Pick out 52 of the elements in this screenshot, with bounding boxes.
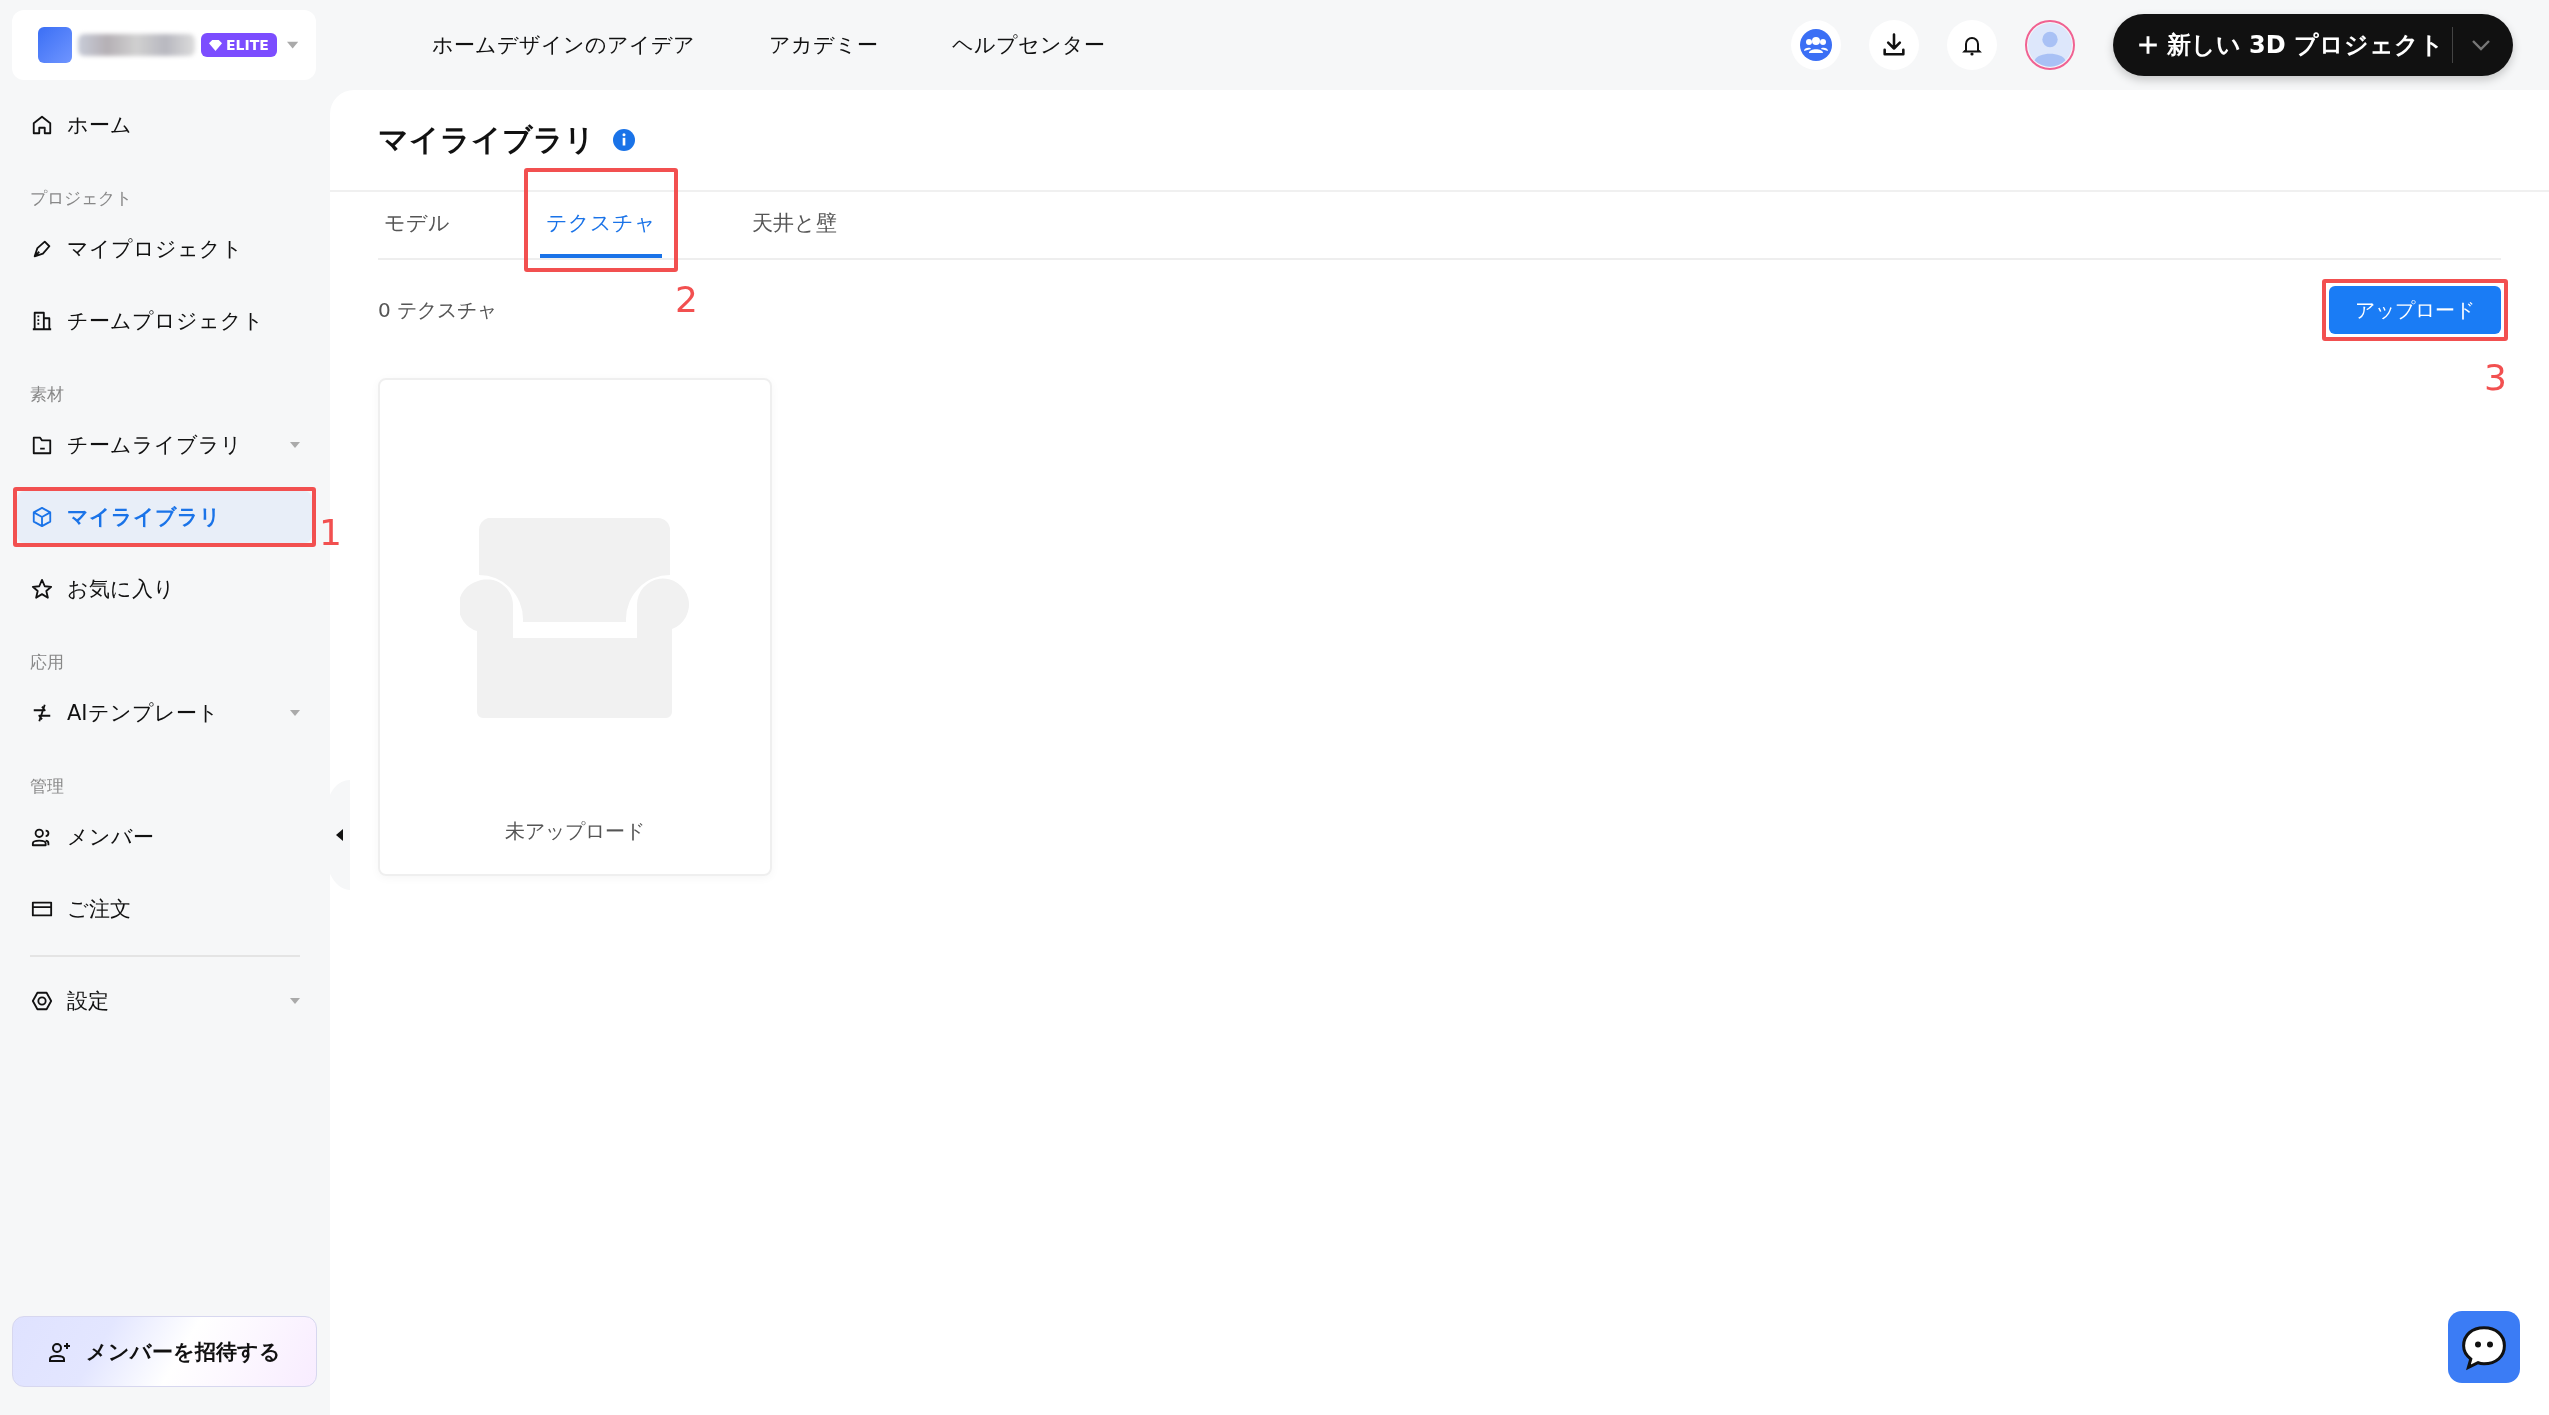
sidebar-item[interactable]: 設定 (17, 975, 312, 1027)
new-project-button[interactable]: 新しい 3D プロジェクト (2112, 14, 2513, 76)
tab[interactable]: モデル (378, 192, 456, 258)
item-count: 0 テクスチャ (378, 296, 498, 324)
section-label: 素材 (30, 383, 65, 406)
section-label: 管理 (30, 775, 65, 798)
section-label: 応用 (30, 651, 65, 674)
plus-icon (2136, 34, 2159, 56)
star-icon (31, 578, 53, 600)
collapse-handle[interactable] (328, 780, 350, 890)
pen-icon (31, 238, 53, 260)
bell-icon[interactable] (1946, 20, 1997, 70)
home-icon (31, 114, 53, 136)
sidebar-item[interactable]: チームライブラリ (17, 419, 312, 471)
chat-button[interactable] (2448, 1311, 2520, 1383)
team-icon[interactable] (1790, 20, 1841, 70)
invite-members-button[interactable]: メンバーを招待する (12, 1316, 317, 1387)
info-icon[interactable] (613, 129, 635, 151)
caret-icon[interactable] (286, 41, 298, 49)
building-icon (31, 310, 53, 332)
logo-icon (38, 27, 72, 63)
sidebar-item[interactable]: ご注文 (17, 883, 312, 935)
sidebar-item[interactable]: ホーム (17, 99, 312, 151)
card-caption: 未アップロード (505, 818, 645, 845)
sidebar-item[interactable]: マイライブラリ (17, 491, 312, 543)
sidebar-item[interactable]: チームプロジェクト (17, 295, 312, 347)
sidebar-item[interactable]: AIテンプレート (17, 687, 312, 739)
chat-bubble-icon (2460, 1323, 2508, 1371)
page-title: マイライブラリ (378, 120, 595, 159)
annotation-number: 3 (2484, 360, 2507, 396)
nav-link[interactable]: アカデミー (769, 31, 878, 59)
tab[interactable]: 天井と壁 (746, 192, 843, 258)
annotation-number: 2 (675, 282, 698, 318)
nav-link[interactable]: ホームデザインのアイデア (432, 31, 695, 59)
upload-button[interactable]: アップロード (2329, 286, 2501, 334)
sidebar-item[interactable]: メンバー (17, 811, 312, 863)
folder-icon (31, 434, 53, 456)
bolt-icon (31, 702, 53, 724)
download-icon[interactable] (1868, 20, 1919, 70)
sidebar-item[interactable]: マイプロジェクト (17, 223, 312, 275)
tab[interactable]: テクスチャ (540, 192, 662, 258)
nav-link[interactable]: ヘルプセンター (952, 31, 1105, 59)
chevron-down-icon[interactable] (2471, 39, 2491, 51)
section-label: プロジェクト (30, 187, 133, 210)
avatar[interactable] (2024, 20, 2075, 70)
sidebar-item[interactable]: お気に入り (17, 563, 312, 615)
texture-card[interactable]: 未アップロード (378, 378, 772, 876)
gear-icon (31, 990, 53, 1012)
annotation-number: 1 (319, 515, 342, 551)
cube-icon (31, 506, 53, 528)
plan-badge: ELITE (200, 33, 277, 57)
workspace-switcher[interactable]: ELITE (12, 10, 316, 80)
